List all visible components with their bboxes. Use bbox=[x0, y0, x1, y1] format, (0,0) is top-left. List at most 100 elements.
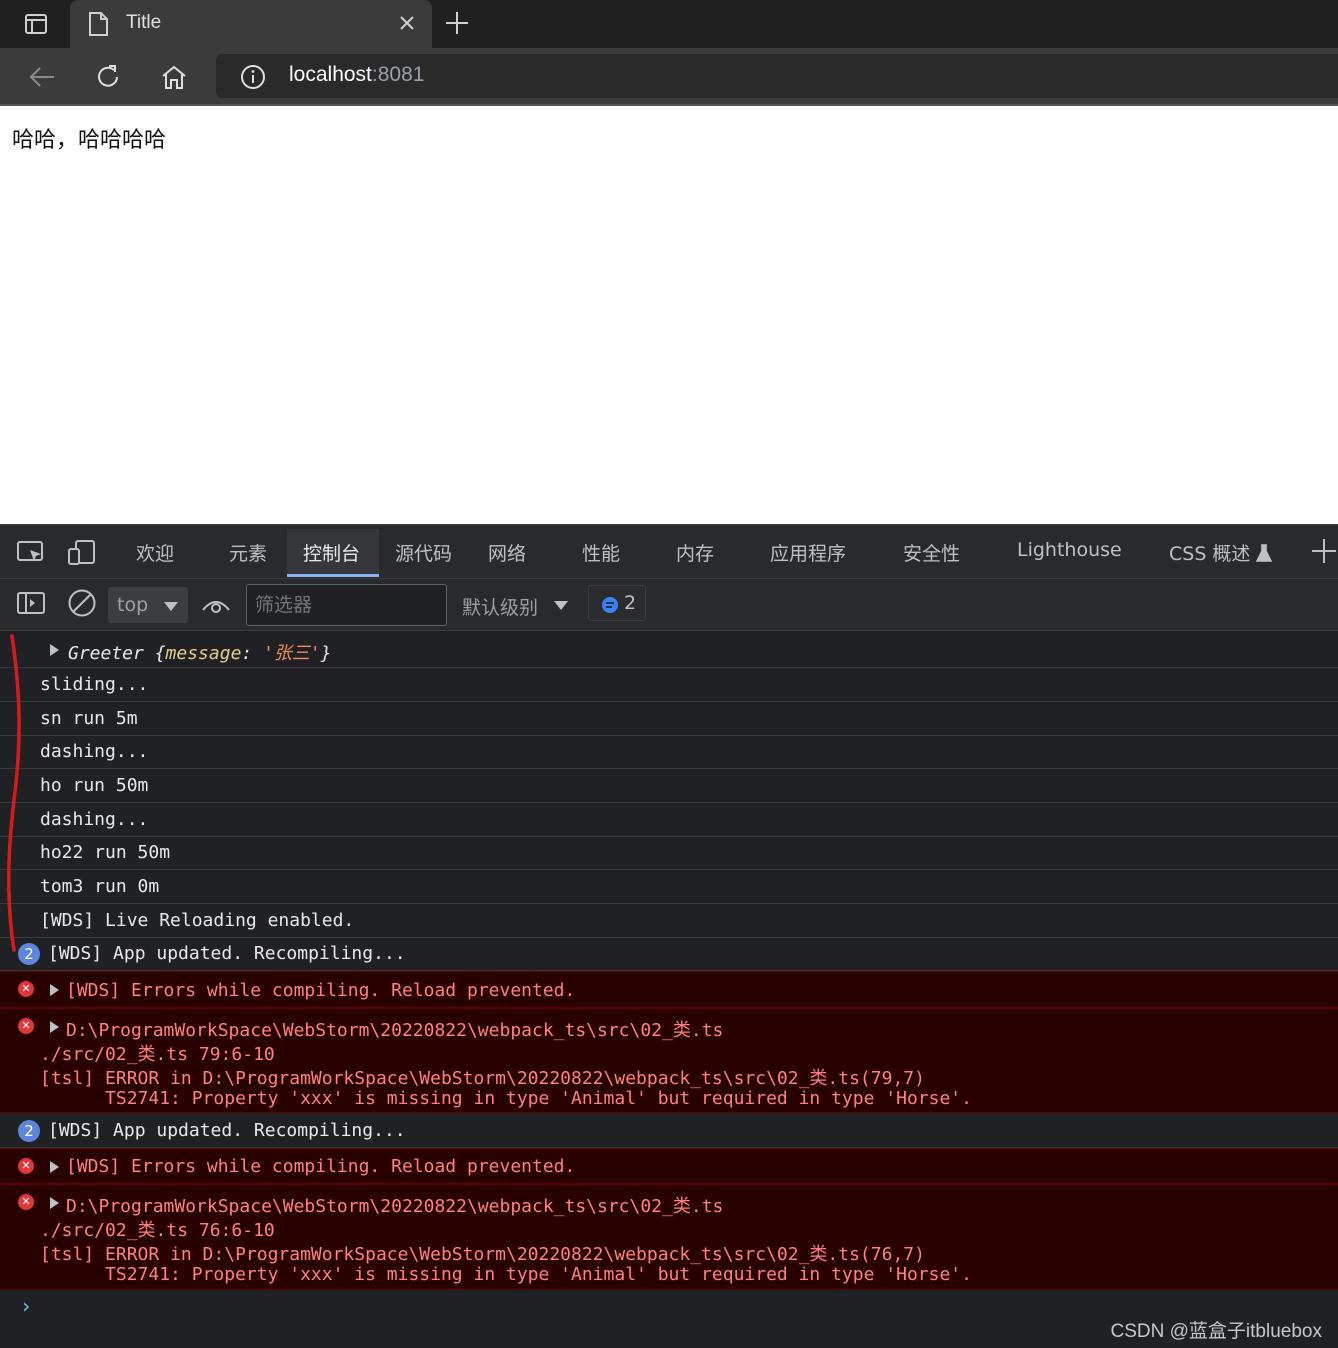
context-select-value: top bbox=[117, 594, 149, 616]
log-text: tom3 run 0m bbox=[40, 876, 160, 897]
tab-css-overview-label: CSS 概述 bbox=[1169, 543, 1251, 565]
tab-welcome[interactable]: 欢迎 bbox=[136, 539, 174, 566]
home-icon[interactable] bbox=[159, 62, 189, 92]
log-text: [WDS] App updated. Recompiling... bbox=[48, 1120, 406, 1141]
log-text: ho22 run 50m bbox=[40, 842, 171, 863]
error-line: D:\ProgramWorkSpace\WebStorm\20220822\we… bbox=[66, 1020, 724, 1041]
error-icon: ✕ bbox=[18, 981, 34, 997]
expand-arrow-icon[interactable] bbox=[50, 984, 59, 996]
tab-application[interactable]: 应用程序 bbox=[770, 539, 846, 566]
refresh-icon[interactable] bbox=[93, 62, 123, 92]
console-error-row[interactable]: ✕ D:\ProgramWorkSpace\WebStorm\20220822\… bbox=[0, 1184, 1338, 1290]
console-log-row: dashing... bbox=[0, 803, 1338, 837]
log-text: ho run 50m bbox=[40, 775, 149, 796]
tab-elements[interactable]: 元素 bbox=[229, 539, 267, 566]
clear-console-icon[interactable] bbox=[67, 589, 97, 617]
console-log-row: ho22 run 50m bbox=[0, 837, 1338, 870]
info-icon[interactable] bbox=[240, 64, 266, 94]
plus-icon[interactable] bbox=[444, 10, 472, 38]
console-sidebar-icon[interactable] bbox=[16, 589, 46, 617]
error-line: [tsl] ERROR in D:\ProgramWorkSpace\WebSt… bbox=[40, 1244, 925, 1265]
console-prompt[interactable]: › bbox=[20, 1294, 32, 1318]
tab-network[interactable]: 网络 bbox=[488, 539, 526, 566]
console-info-row: 2 [WDS] App updated. Recompiling... bbox=[0, 1114, 1338, 1148]
error-line: ./src/02_类.ts 79:6-10 bbox=[40, 1044, 275, 1065]
eye-icon[interactable] bbox=[201, 591, 231, 619]
log-text: sliding... bbox=[40, 674, 149, 695]
console-error-row[interactable]: ✕ D:\ProgramWorkSpace\WebStorm\20220822\… bbox=[0, 1008, 1338, 1113]
console-log-row: tom3 run 0m bbox=[0, 870, 1338, 904]
page-icon bbox=[88, 12, 108, 40]
object-key: message bbox=[165, 643, 242, 664]
console-error-row[interactable]: ✕ [WDS] Errors while compiling. Reload p… bbox=[0, 1148, 1338, 1184]
error-icon: ✕ bbox=[18, 1194, 34, 1210]
page-viewport: 哈哈，哈哈哈哈 bbox=[0, 106, 1338, 524]
object-value: '张三' bbox=[263, 643, 321, 664]
tab-performance[interactable]: 性能 bbox=[582, 539, 620, 566]
expand-arrow-icon[interactable] bbox=[50, 1197, 59, 1209]
back-icon[interactable] bbox=[27, 62, 57, 92]
console-log-row: [WDS] Live Reloading enabled. bbox=[0, 904, 1338, 938]
log-level-select[interactable]: 默认级别 bbox=[462, 593, 538, 620]
red-annotation-mark bbox=[6, 634, 21, 952]
error-line: TS2741: Property 'xxx' is missing in typ… bbox=[40, 1088, 972, 1109]
watermark: CSDN @蓝盒子itbluebox bbox=[1110, 1321, 1322, 1342]
context-select[interactable]: top bbox=[108, 587, 188, 623]
sidebar-icon[interactable] bbox=[14, 10, 58, 38]
tab-sources[interactable]: 源代码 bbox=[395, 539, 452, 566]
console-log-row: dashing... bbox=[0, 736, 1338, 769]
inspect-icon[interactable] bbox=[16, 539, 46, 567]
chevron-down-icon bbox=[164, 602, 178, 611]
log-text: sn run 5m bbox=[40, 708, 138, 729]
repeat-count-badge: 2 bbox=[18, 1120, 40, 1142]
browser-toolbar: localhost:8081 bbox=[0, 48, 1338, 106]
error-line: D:\ProgramWorkSpace\WebStorm\20220822\we… bbox=[66, 1196, 724, 1217]
address-bar[interactable]: localhost:8081 bbox=[216, 54, 1338, 98]
console-log-row: ho run 50m bbox=[0, 769, 1338, 803]
console-log-row: sliding... bbox=[0, 668, 1338, 702]
url-port: :8081 bbox=[371, 63, 425, 86]
error-icon: ✕ bbox=[18, 1018, 34, 1034]
console-log-row: sn run 5m bbox=[0, 702, 1338, 736]
tab-title: Title bbox=[126, 12, 162, 33]
error-icon: ✕ bbox=[18, 1158, 34, 1174]
error-line: ./src/02_类.ts 76:6-10 bbox=[40, 1220, 275, 1241]
error-text: [WDS] Errors while compiling. Reload pre… bbox=[66, 1156, 576, 1177]
message-bubble-icon bbox=[601, 596, 619, 618]
error-line: [tsl] ERROR in D:\ProgramWorkSpace\WebSt… bbox=[40, 1068, 925, 1089]
object-preview: Greeter {message: '张三'} bbox=[68, 643, 332, 664]
expand-arrow-icon[interactable] bbox=[50, 1161, 59, 1173]
close-icon[interactable] bbox=[398, 14, 416, 36]
message-count: 2 bbox=[624, 592, 637, 614]
flask-icon bbox=[1256, 544, 1273, 562]
message-counter[interactable]: 2 bbox=[588, 585, 646, 621]
console-object-log[interactable]: Greeter {message: '张三'} bbox=[0, 632, 1338, 668]
console-toolbar: top 默认级别 2 bbox=[0, 579, 1338, 631]
console-info-row: 2 [WDS] App updated. Recompiling... bbox=[0, 938, 1338, 971]
more-tabs-plus-icon[interactable] bbox=[1312, 537, 1336, 569]
expand-arrow-icon[interactable] bbox=[50, 1021, 59, 1033]
expand-arrow-icon[interactable] bbox=[50, 644, 59, 656]
log-text: dashing... bbox=[40, 741, 149, 762]
tab-security[interactable]: 安全性 bbox=[903, 539, 960, 566]
tab-console[interactable]: 控制台 bbox=[303, 539, 360, 566]
device-toggle-icon[interactable] bbox=[67, 539, 97, 567]
log-text: [WDS] App updated. Recompiling... bbox=[48, 943, 406, 964]
tab-css-overview[interactable]: CSS 概述 bbox=[1169, 539, 1273, 566]
error-text: [WDS] Errors while compiling. Reload pre… bbox=[66, 980, 576, 1001]
url-text: localhost:8081 bbox=[289, 63, 424, 87]
tab-strip: Title bbox=[0, 0, 1338, 48]
devtools-tabbar: 欢迎 元素 控制台 源代码 网络 性能 内存 应用程序 安全性 Lighthou… bbox=[0, 525, 1338, 579]
browser-tab[interactable]: Title bbox=[70, 0, 432, 48]
console-error-row[interactable]: ✕ [WDS] Errors while compiling. Reload p… bbox=[0, 971, 1338, 1008]
filter-input[interactable] bbox=[246, 584, 447, 626]
tab-memory[interactable]: 内存 bbox=[676, 539, 714, 566]
url-host: localhost bbox=[289, 63, 372, 86]
level-chevron-down-icon bbox=[554, 601, 568, 610]
error-line: TS2741: Property 'xxx' is missing in typ… bbox=[40, 1264, 972, 1285]
log-text: [WDS] Live Reloading enabled. bbox=[40, 910, 355, 931]
tab-lighthouse[interactable]: Lighthouse bbox=[1017, 539, 1122, 561]
log-text: dashing... bbox=[40, 809, 149, 830]
page-body-text: 哈哈，哈哈哈哈 bbox=[12, 128, 167, 153]
object-class-name: Greeter bbox=[68, 643, 144, 664]
